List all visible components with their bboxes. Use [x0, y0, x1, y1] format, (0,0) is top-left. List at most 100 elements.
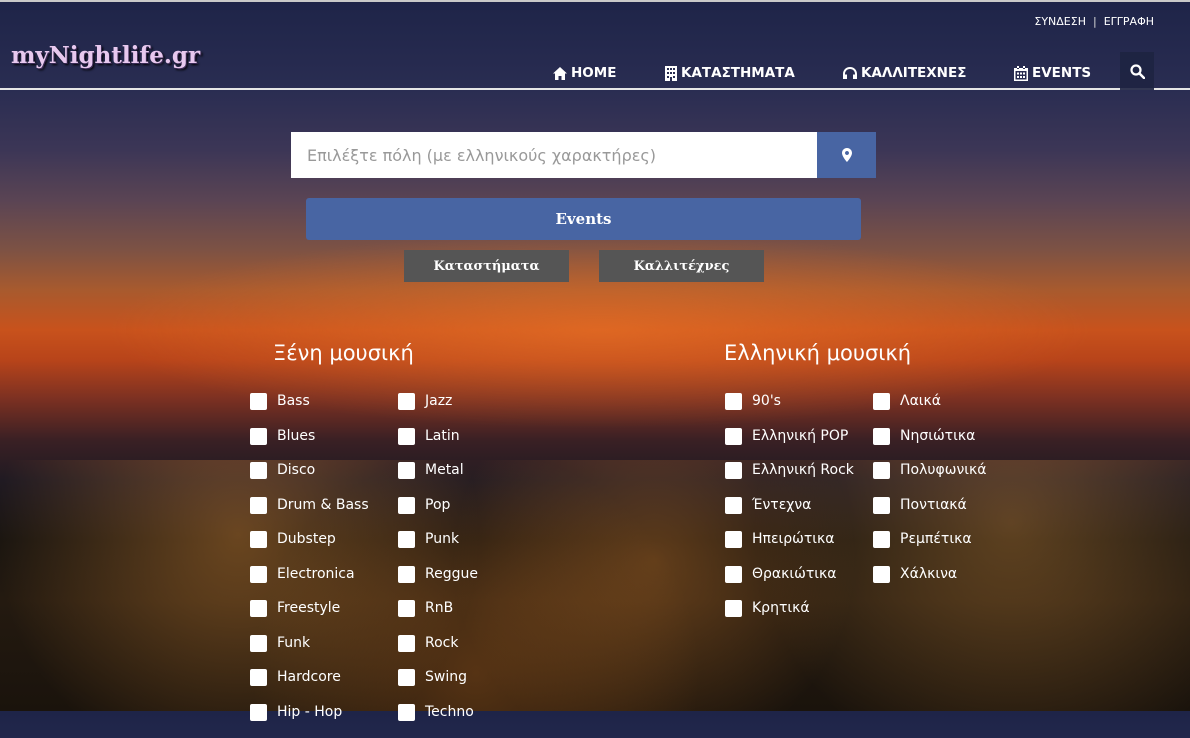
- auth-links: ΣΥΝΔΕΣΗ|ΕΓΓΡΑΦΗ: [1034, 15, 1154, 28]
- genre-label: Λαικά: [900, 393, 941, 410]
- genre-checkbox-item[interactable]: Νησιώτικα: [873, 428, 986, 463]
- checkbox[interactable]: [725, 566, 742, 583]
- checkbox[interactable]: [873, 393, 890, 410]
- login-link[interactable]: ΣΥΝΔΕΣΗ: [1034, 15, 1086, 28]
- genre-label: Pop: [425, 497, 450, 514]
- checkbox[interactable]: [250, 531, 267, 548]
- genre-checkbox-item[interactable]: Bass: [250, 393, 369, 428]
- genre-checkbox-item[interactable]: Κρητικά: [725, 600, 854, 635]
- genre-checkbox-item[interactable]: Latin: [398, 428, 478, 463]
- genre-checkbox-item[interactable]: Pop: [398, 497, 478, 532]
- genre-checkbox-item[interactable]: Funk: [250, 635, 369, 670]
- genre-label: Punk: [425, 531, 459, 548]
- genre-checkbox-item[interactable]: Jazz: [398, 393, 478, 428]
- genre-checkbox-item[interactable]: Πολυφωνικά: [873, 462, 986, 497]
- genre-checkbox-item[interactable]: Hip - Hop: [250, 704, 369, 738]
- genre-checkbox-item[interactable]: 90's: [725, 393, 854, 428]
- genre-checkbox-item[interactable]: Ποντιακά: [873, 497, 986, 532]
- genre-label: Hip - Hop: [277, 704, 342, 721]
- search-icon: [1130, 64, 1145, 79]
- genre-checkbox-item[interactable]: RnB: [398, 600, 478, 635]
- checkbox[interactable]: [725, 497, 742, 514]
- checkbox[interactable]: [398, 704, 415, 721]
- genre-checkbox-item[interactable]: Swing: [398, 669, 478, 704]
- foreign-music-col2: Jazz Latin Metal Pop Punk Reggue RnB Roc…: [398, 393, 478, 738]
- genre-checkbox-item[interactable]: Έντεχνα: [725, 497, 854, 532]
- checkbox[interactable]: [398, 566, 415, 583]
- genre-checkbox-item[interactable]: Ελληνική Rock: [725, 462, 854, 497]
- checkbox[interactable]: [398, 669, 415, 686]
- events-button[interactable]: Events: [306, 198, 861, 240]
- genre-checkbox-item[interactable]: Dubstep: [250, 531, 369, 566]
- checkbox[interactable]: [725, 531, 742, 548]
- checkbox[interactable]: [250, 428, 267, 445]
- checkbox[interactable]: [398, 462, 415, 479]
- checkbox[interactable]: [398, 393, 415, 410]
- genre-label: Κρητικά: [752, 600, 810, 617]
- map-marker-icon: [842, 148, 852, 162]
- genre-checkbox-item[interactable]: Drum & Bass: [250, 497, 369, 532]
- genre-label: Νησιώτικα: [900, 428, 975, 445]
- genre-checkbox-item[interactable]: Electronica: [250, 566, 369, 601]
- city-search-input[interactable]: [291, 132, 817, 178]
- checkbox[interactable]: [873, 531, 890, 548]
- checkbox[interactable]: [398, 428, 415, 445]
- headphones-icon: [843, 67, 857, 80]
- genre-checkbox-item[interactable]: Ρεμπέτικα: [873, 531, 986, 566]
- nav-events[interactable]: EVENTS: [1014, 65, 1091, 81]
- genre-checkbox-item[interactable]: Blues: [250, 428, 369, 463]
- checkbox[interactable]: [398, 600, 415, 617]
- genre-checkbox-item[interactable]: Reggue: [398, 566, 478, 601]
- genre-label: Χάλκινα: [900, 566, 957, 583]
- site-logo[interactable]: myNightlife.gr: [11, 42, 200, 69]
- genre-checkbox-item[interactable]: Disco: [250, 462, 369, 497]
- checkbox[interactable]: [873, 428, 890, 445]
- checkbox[interactable]: [398, 531, 415, 548]
- artists-button[interactable]: Καλλιτέχνες: [599, 250, 764, 282]
- checkbox[interactable]: [250, 393, 267, 410]
- stores-button[interactable]: Καταστήματα: [404, 250, 569, 282]
- genre-checkbox-item[interactable]: Χάλκινα: [873, 566, 986, 601]
- checkbox[interactable]: [873, 566, 890, 583]
- greek-music-heading: Ελληνική μουσική: [724, 341, 911, 365]
- checkbox[interactable]: [873, 497, 890, 514]
- genre-checkbox-item[interactable]: Rock: [398, 635, 478, 670]
- genre-label: Ρεμπέτικα: [900, 531, 972, 548]
- checkbox[interactable]: [250, 600, 267, 617]
- checkbox[interactable]: [250, 497, 267, 514]
- genre-checkbox-item[interactable]: Freestyle: [250, 600, 369, 635]
- checkbox[interactable]: [725, 462, 742, 479]
- genre-checkbox-item[interactable]: Punk: [398, 531, 478, 566]
- checkbox[interactable]: [250, 635, 267, 652]
- search-button[interactable]: [1120, 52, 1154, 90]
- checkbox[interactable]: [250, 669, 267, 686]
- nav-artists-label: ΚΑΛΛΙΤΕΧΝΕΣ: [861, 65, 966, 81]
- checkbox[interactable]: [873, 462, 890, 479]
- genre-label: Techno: [425, 704, 474, 721]
- genre-label: Dubstep: [277, 531, 336, 548]
- genre-checkbox-item[interactable]: Λαικά: [873, 393, 986, 428]
- background-city-lights: [0, 460, 1190, 711]
- nav-artists[interactable]: ΚΑΛΛΙΤΕΧΝΕΣ: [843, 65, 966, 81]
- checkbox[interactable]: [398, 497, 415, 514]
- genre-label: Blues: [277, 428, 315, 445]
- genre-checkbox-item[interactable]: Hardcore: [250, 669, 369, 704]
- nav-stores[interactable]: ΚΑΤΑΣΤΗΜΑΤΑ: [665, 65, 795, 81]
- checkbox[interactable]: [725, 600, 742, 617]
- genre-checkbox-item[interactable]: Metal: [398, 462, 478, 497]
- genre-checkbox-item[interactable]: Θρακιώτικα: [725, 566, 854, 601]
- nav-home[interactable]: HOME: [553, 65, 616, 81]
- checkbox[interactable]: [725, 428, 742, 445]
- genre-checkbox-item[interactable]: Ηπειρώτικα: [725, 531, 854, 566]
- checkbox[interactable]: [725, 393, 742, 410]
- checkbox[interactable]: [250, 704, 267, 721]
- genre-label: Latin: [425, 428, 460, 445]
- genre-checkbox-item[interactable]: Techno: [398, 704, 478, 738]
- register-link[interactable]: ΕΓΓΡΑΦΗ: [1104, 15, 1154, 28]
- checkbox[interactable]: [250, 566, 267, 583]
- location-button[interactable]: [817, 132, 876, 178]
- calendar-icon: [1014, 66, 1028, 81]
- genre-checkbox-item[interactable]: Ελληνική POP: [725, 428, 854, 463]
- checkbox[interactable]: [398, 635, 415, 652]
- checkbox[interactable]: [250, 462, 267, 479]
